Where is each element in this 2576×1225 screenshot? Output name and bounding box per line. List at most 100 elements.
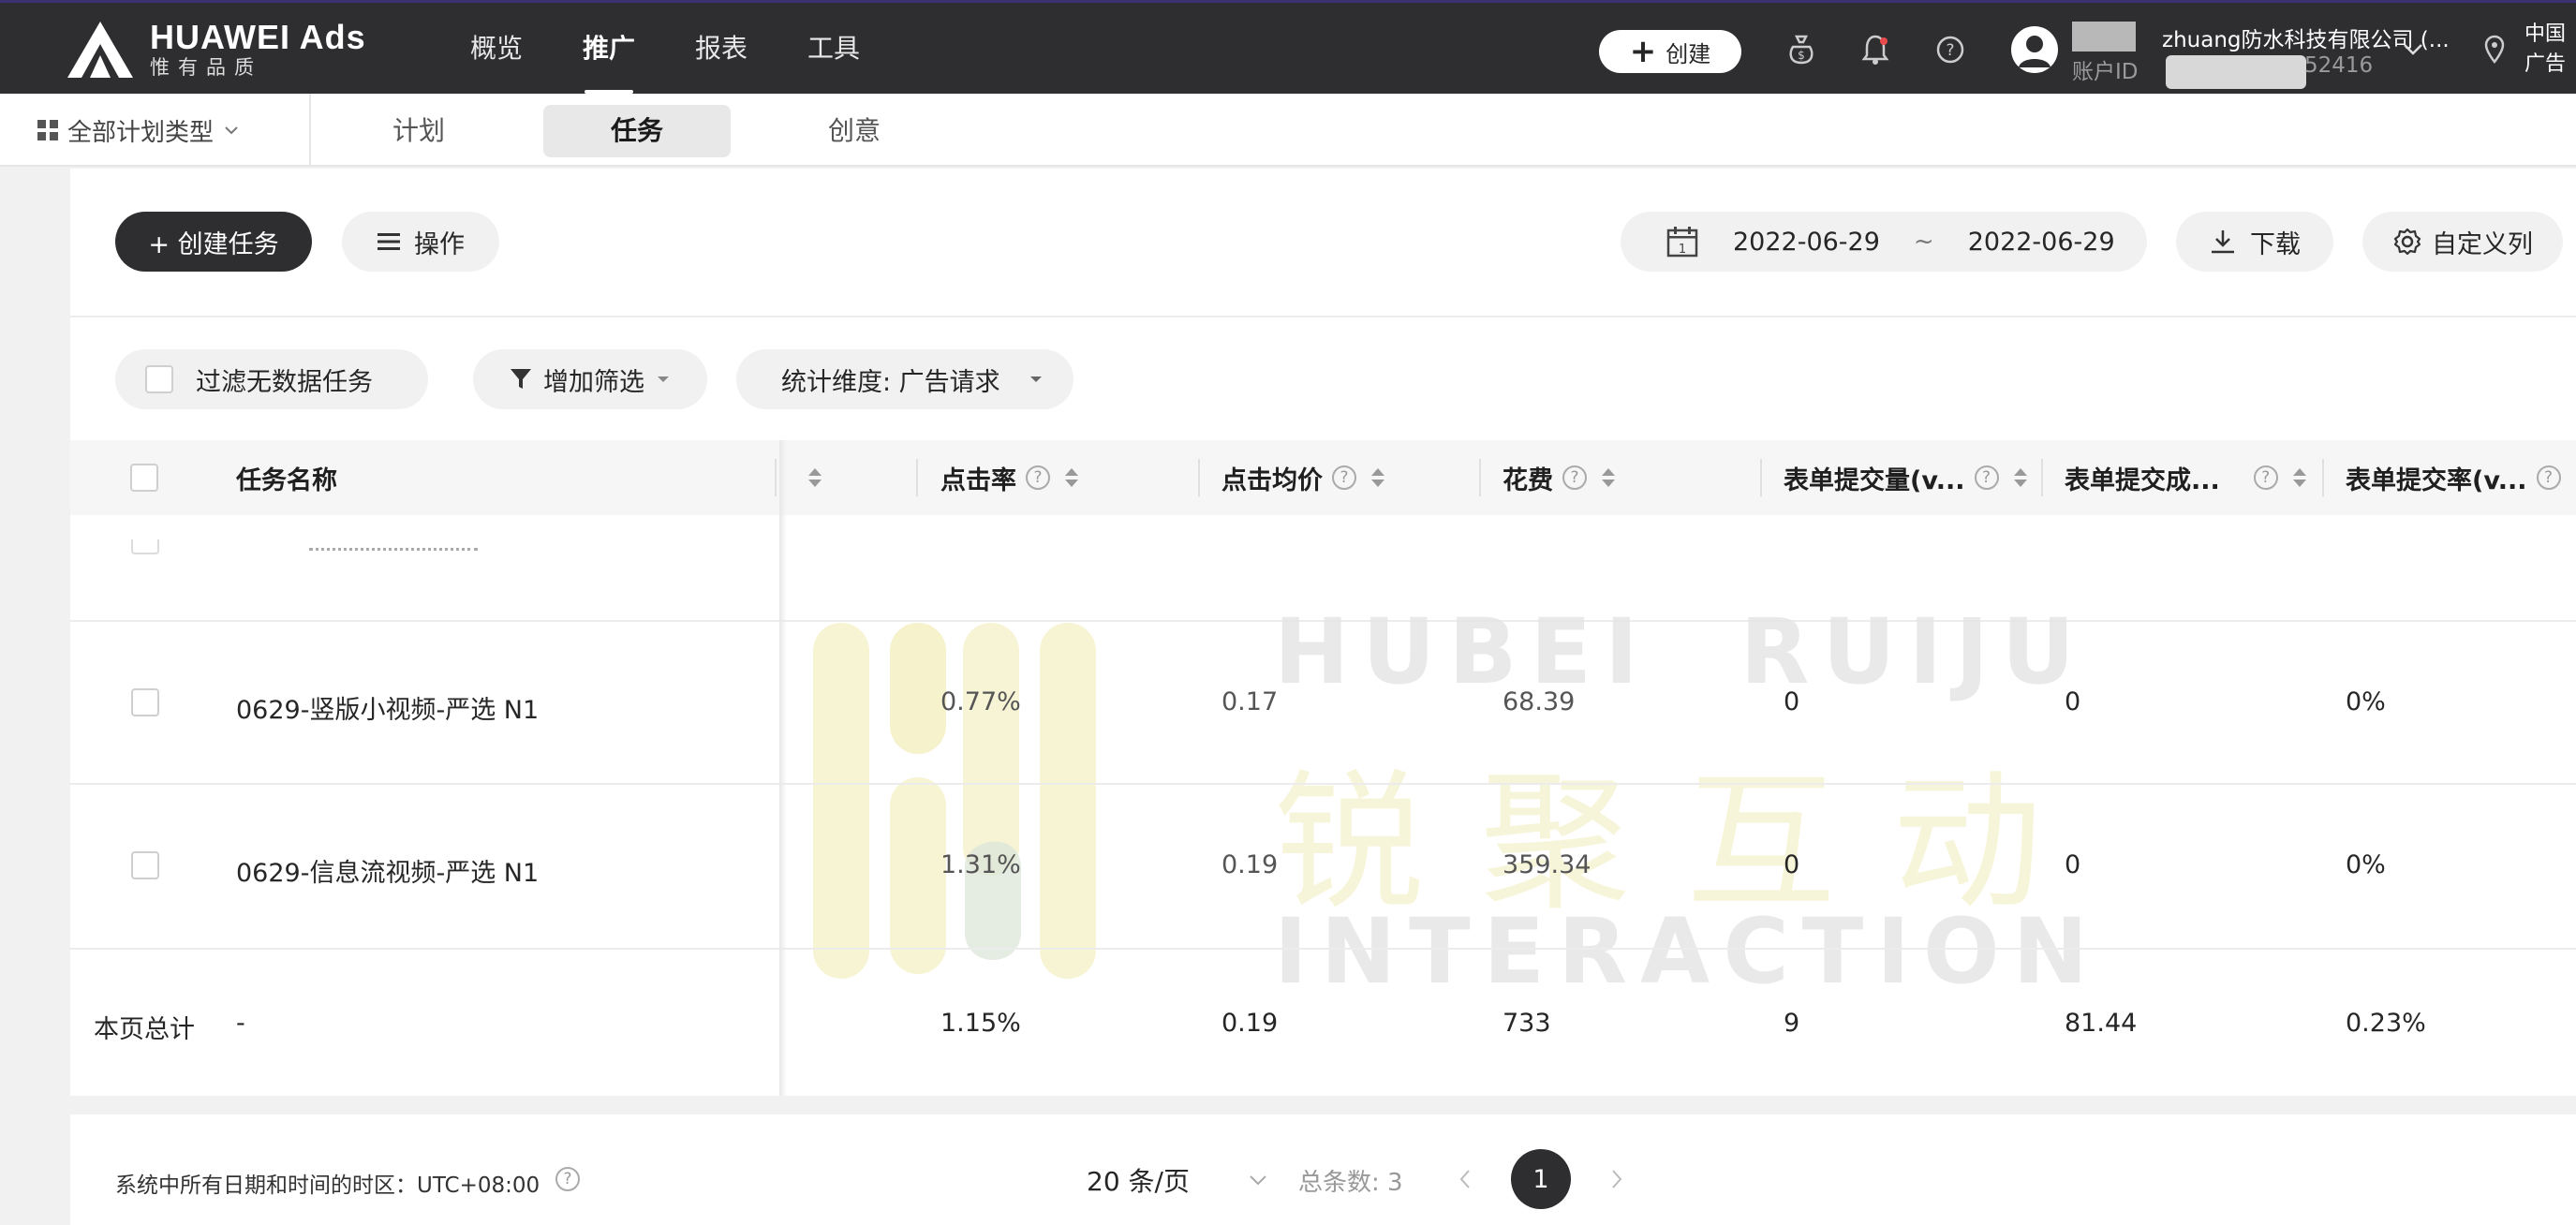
help-icon[interactable]: ?	[2253, 465, 2278, 490]
summary-form-cost: 81.44	[2065, 1009, 2138, 1038]
huawei-ads-logo-icon	[67, 22, 133, 78]
col-divider	[916, 459, 918, 496]
subnav-divider	[309, 94, 311, 167]
date-range-picker[interactable]: 1 2022-06-29 ~ 2022-06-29	[1621, 212, 2147, 272]
col-cost[interactable]: 花费 ?	[1503, 440, 1615, 515]
page-size-select[interactable]: 20 条/页	[1087, 1161, 1190, 1199]
col-hidden-sorter[interactable]	[793, 440, 822, 515]
money-bag-icon[interactable]: $	[1783, 31, 1820, 68]
col-cost-label: 花费	[1503, 465, 1553, 495]
row-divider	[70, 948, 2576, 950]
add-filter-button[interactable]: 增加筛选	[473, 349, 707, 409]
next-page-icon[interactable]	[1609, 1168, 1624, 1194]
help-icon[interactable]: ?	[1974, 465, 1999, 490]
select-all-checkbox[interactable]	[130, 440, 158, 515]
filter-no-data-toggle[interactable]: 过滤无数据任务	[115, 349, 428, 409]
col-divider	[2041, 459, 2043, 496]
form-rate-cell: 0%	[2346, 850, 2386, 879]
create-button[interactable]: + 创建	[1599, 30, 1741, 73]
plus-icon: +	[1629, 33, 1657, 70]
summary-cost: 733	[1503, 1009, 1551, 1038]
table-header: 任务名称 点击率 ? 点击均价 ? 花费 ? 表单提交量(v... ? 表单提交…	[70, 440, 2576, 515]
row-checkbox[interactable]	[131, 851, 159, 879]
form-cost-cell: 0	[2065, 687, 2081, 716]
sort-icon	[1065, 468, 1078, 487]
region-label[interactable]: 中国 广告	[2524, 20, 2566, 80]
help-circle-icon[interactable]: ?	[1932, 31, 1969, 68]
notification-bell-icon[interactable]	[1857, 31, 1894, 68]
custom-columns-button[interactable]: 自定义列	[2362, 212, 2563, 272]
col-divider	[1198, 459, 1200, 496]
task-name-cell[interactable]: 0629-信息流视频-严选 N1	[236, 852, 539, 889]
sort-icon	[2292, 468, 2306, 487]
location-pin-icon	[2476, 31, 2513, 68]
svg-text:$: $	[1798, 49, 1805, 62]
help-icon[interactable]: ?	[555, 1167, 580, 1191]
huawei-ads-logo[interactable]: HUAWEI Ads 惟有品质	[66, 20, 366, 80]
summary-label: 本页总计	[94, 1015, 195, 1044]
task-name-cell[interactable]: 0629-竖版小视频-严选 N1	[236, 689, 539, 726]
form-rate-cell: 0%	[2346, 687, 2386, 716]
chevron-down-icon	[225, 126, 238, 135]
plan-type-dropdown[interactable]: 全部计划类型	[37, 94, 240, 167]
nav-promotion[interactable]: 推广	[553, 3, 665, 94]
col-ctr[interactable]: 点击率 ?	[940, 440, 1078, 515]
help-icon[interactable]: ?	[1332, 465, 1356, 490]
help-icon[interactable]: ?	[1562, 465, 1587, 490]
col-cpc[interactable]: 点击均价 ?	[1221, 440, 1384, 515]
summary-form-submits: 9	[1784, 1009, 1800, 1038]
operate-label: 操作	[414, 229, 465, 259]
nav-reports[interactable]: 报表	[665, 3, 777, 94]
watermark-line-1: HUBEI RUIJU	[1274, 599, 2088, 704]
operate-button[interactable]: 操作	[342, 212, 499, 272]
sub-navigation: 全部计划类型 计划 任务 创意	[0, 94, 2576, 167]
help-icon[interactable]: ?	[1026, 465, 1050, 490]
col-cpc-label: 点击均价	[1221, 465, 1323, 495]
caret-down-icon	[1029, 376, 1042, 382]
col-form-rate[interactable]: 表单提交率(v... ?	[2346, 440, 2561, 515]
nav-tools[interactable]: 工具	[777, 3, 890, 94]
top-navigation-bar: HUAWEI Ads 惟有品质 概览 推广 报表 工具 + 创建 $ ? zhu…	[0, 0, 2576, 94]
prev-page-icon[interactable]	[1458, 1168, 1473, 1194]
brand-slogan: 惟有品质	[150, 56, 262, 79]
summary-ctr: 1.15%	[940, 1009, 1021, 1038]
total-count: 总条数: 3	[1298, 1169, 1403, 1197]
frozen-column-shadow	[779, 440, 787, 1096]
date-start[interactable]: 2022-06-29	[1733, 228, 1880, 257]
download-button[interactable]: 下载	[2176, 212, 2333, 272]
row-checkbox[interactable]	[131, 688, 159, 716]
col-divider	[775, 459, 777, 496]
create-task-button[interactable]: + 创建任务	[115, 212, 312, 272]
sort-icon	[1602, 468, 1615, 487]
help-icon[interactable]: ?	[2536, 465, 2561, 490]
filter-no-data-checkbox[interactable]	[145, 365, 173, 393]
timezone-note: 系统中所有日期和时间的时区：UTC+08:00	[115, 1173, 540, 1198]
page-number-current[interactable]: 1	[1511, 1149, 1571, 1209]
tab-tasks[interactable]: 任务	[543, 105, 731, 157]
col-form-submits[interactable]: 表单提交量(v... ?	[1784, 440, 2027, 515]
col-form-rate-label: 表单提交率(v...	[2346, 465, 2527, 495]
caret-down-icon	[658, 376, 669, 382]
create-button-label: 创建	[1666, 40, 1711, 67]
main-nav: 概览 推广 报表 工具	[440, 3, 890, 94]
tab-creatives[interactable]: 创意	[761, 105, 948, 157]
cost-cell: 359.34	[1503, 850, 1591, 879]
chevron-down-icon[interactable]	[1248, 1173, 1268, 1190]
date-separator: ~	[1913, 228, 1934, 256]
tab-plans[interactable]: 计划	[325, 105, 512, 157]
summary-form-rate: 0.23%	[2346, 1009, 2426, 1038]
summary-cpc: 0.19	[1221, 1009, 1279, 1038]
filter-no-data-label: 过滤无数据任务	[196, 367, 373, 397]
chevron-down-icon[interactable]	[2394, 31, 2432, 68]
brand-name: HUAWEI Ads	[150, 18, 366, 56]
col-form-cost[interactable]: 表单提交成... ?	[2065, 440, 2306, 515]
svg-text:1: 1	[1679, 243, 1686, 257]
date-end[interactable]: 2022-06-29	[1968, 228, 2115, 257]
nav-overview[interactable]: 概览	[440, 3, 553, 94]
gear-icon	[2393, 228, 2421, 256]
user-avatar[interactable]	[2011, 26, 2058, 73]
toolbar-divider	[70, 316, 2576, 317]
col-task-name[interactable]: 任务名称	[236, 440, 337, 515]
summary-name-cell: -	[236, 1009, 245, 1038]
dimension-select[interactable]: 统计维度: 广告请求	[736, 349, 1073, 409]
